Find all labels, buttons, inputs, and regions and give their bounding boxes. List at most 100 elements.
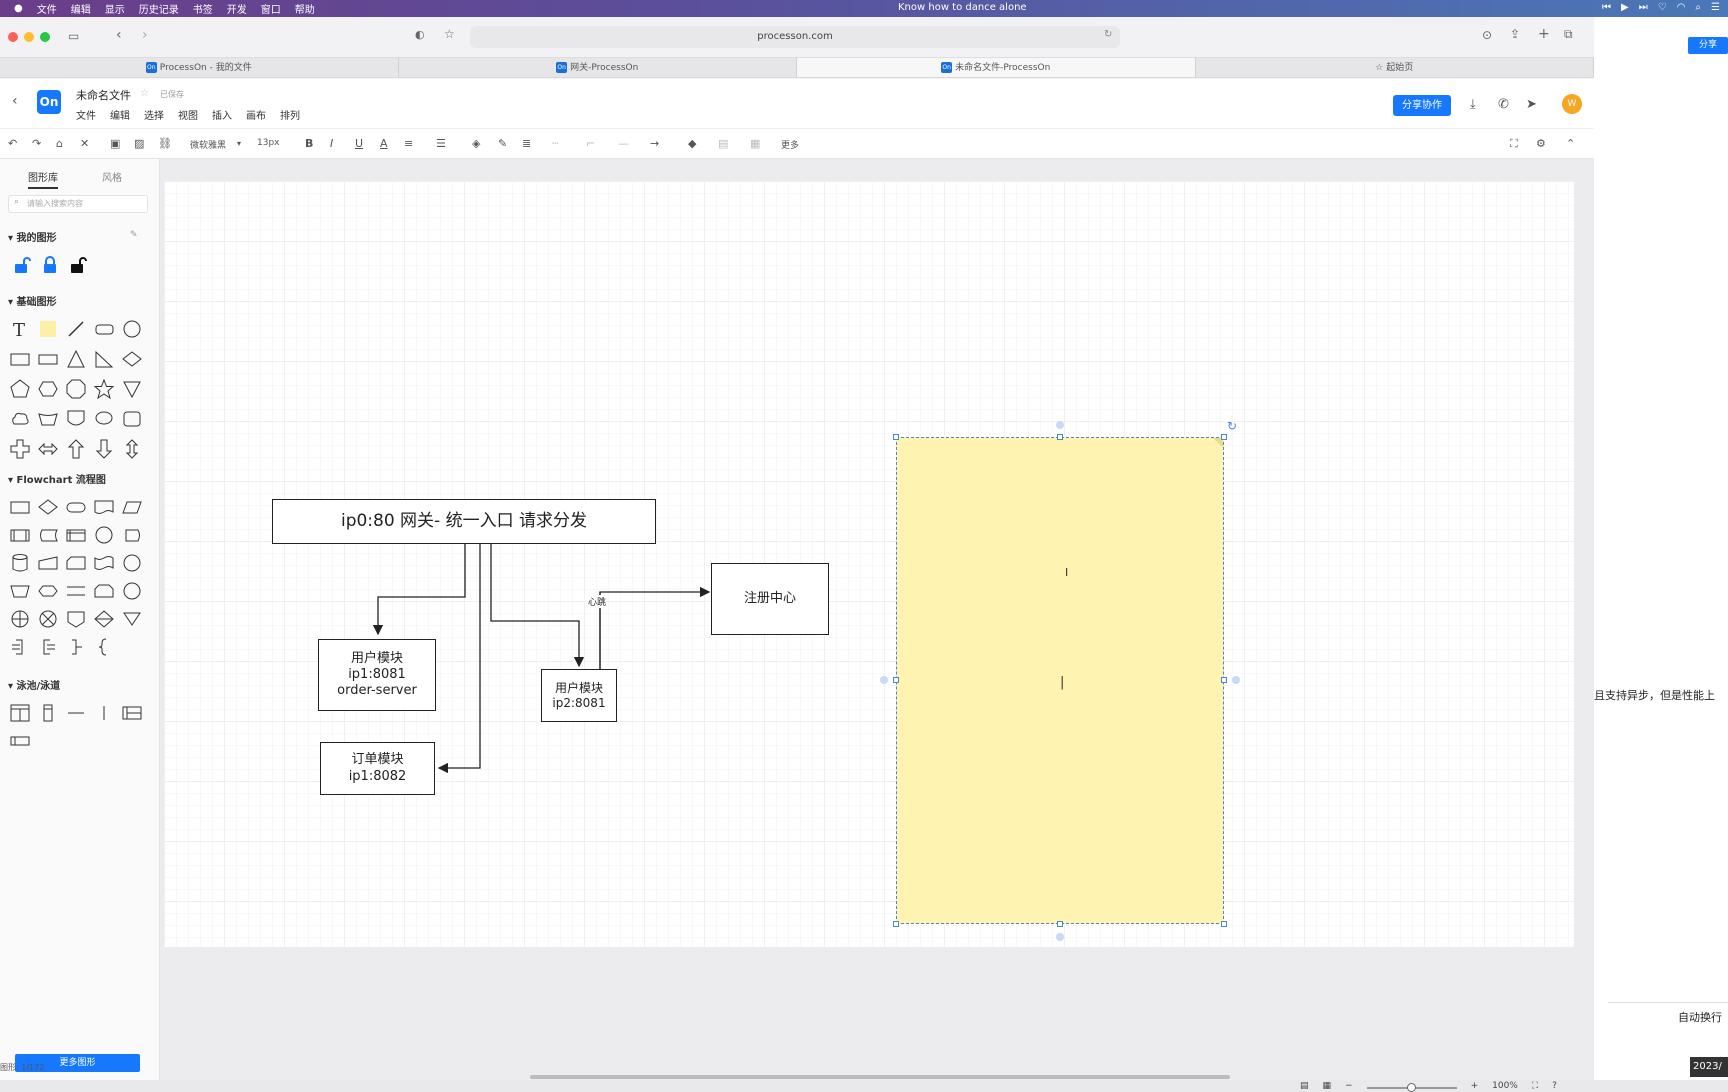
download-icon[interactable]: ⊙: [1482, 28, 1492, 42]
shield-shape-icon[interactable]: [66, 409, 86, 429]
off-page-ref-shape-icon[interactable]: [66, 609, 86, 629]
close-window-button[interactable]: [8, 32, 18, 42]
collapse-icon[interactable]: ⌃: [1566, 137, 1575, 150]
tab-shape-library[interactable]: 图形库: [28, 169, 58, 189]
text-shape-icon[interactable]: T: [10, 319, 30, 341]
note-shape-icon[interactable]: [38, 319, 58, 339]
heart-icon[interactable]: ♡: [1658, 2, 1667, 13]
insert-shape-icon[interactable]: ▣: [110, 137, 120, 150]
browser-tab-gateway[interactable]: On 网关-ProcessOn: [399, 58, 797, 77]
internal-storage-shape-icon[interactable]: [66, 525, 86, 545]
group-icon[interactable]: ▦: [750, 137, 760, 150]
tab-overview-icon[interactable]: ⧉: [1564, 27, 1573, 42]
resize-handle-n[interactable]: [1057, 434, 1063, 440]
trapezoid-shape-icon[interactable]: [38, 409, 58, 429]
loop-limit-shape-icon[interactable]: [94, 581, 114, 601]
app-menu-select[interactable]: 选择: [144, 107, 164, 122]
selected-sticky-note[interactable]: I |: [896, 437, 1224, 924]
menu-develop[interactable]: 开发: [227, 1, 247, 16]
start-arrow-icon[interactable]: —: [618, 137, 629, 150]
reload-icon[interactable]: ↻: [1104, 29, 1112, 40]
processon-logo[interactable]: On: [37, 90, 61, 114]
merge-shape-icon[interactable]: [122, 609, 142, 629]
back-arrow-icon[interactable]: ‹: [12, 93, 18, 109]
document-shape-icon[interactable]: [94, 497, 114, 517]
anchor-right[interactable]: [1232, 676, 1240, 684]
lane-shape-icon[interactable]: [38, 703, 58, 723]
link-icon[interactable]: ⛓: [158, 137, 172, 150]
octagon-shape-icon[interactable]: [66, 379, 86, 399]
section-swimlane[interactable]: ▾ 泳池/泳道: [8, 677, 60, 692]
shield-icon[interactable]: ◐: [415, 28, 425, 41]
browser-tab-start-page[interactable]: ☆ 起始页: [1196, 58, 1594, 77]
circle-shape-icon[interactable]: [122, 319, 142, 339]
redo-icon[interactable]: ↷: [32, 137, 41, 150]
phone-icon[interactable]: ✆: [1498, 97, 1509, 112]
diamond-shape-icon[interactable]: [122, 349, 142, 369]
menu-window[interactable]: 窗口: [261, 1, 281, 16]
zoom-in-icon[interactable]: +: [1471, 1081, 1479, 1091]
rotate-handle-icon[interactable]: ↻: [1227, 419, 1237, 433]
shape-search-input[interactable]: 请输入搜索内容: [8, 195, 148, 213]
menu-bookmarks[interactable]: 书签: [193, 1, 213, 16]
page-layout-icon[interactable]: ▤: [1300, 1081, 1309, 1091]
app-menu-arrange[interactable]: 排列: [280, 107, 300, 122]
undo-icon[interactable]: ↶: [8, 137, 17, 150]
database-shape-icon[interactable]: [10, 553, 30, 573]
vertical-double-arrow-shape-icon[interactable]: [122, 439, 142, 459]
more-tools-button[interactable]: 更多: [781, 138, 799, 151]
or-shape-icon[interactable]: [10, 609, 30, 629]
resize-handle-ne[interactable]: [1221, 434, 1227, 440]
app-menu-insert[interactable]: 插入: [212, 107, 232, 122]
line-spacing-icon[interactable]: ≡: [404, 137, 413, 150]
sidebar-toggle-icon[interactable]: ▭: [68, 29, 79, 43]
address-bar[interactable]: processon.com: [470, 26, 1120, 48]
vertical-separator-shape-icon[interactable]: [94, 703, 114, 723]
download-icon[interactable]: ⤓: [1470, 97, 1476, 112]
distribute-icon[interactable]: ▤: [718, 137, 728, 150]
help-icon[interactable]: ?: [1552, 1081, 1557, 1091]
speech-bubble-shape-icon[interactable]: [94, 409, 114, 429]
line-shape-icon[interactable]: [66, 319, 86, 339]
tape-shape-icon[interactable]: [94, 553, 114, 573]
resize-handle-sw[interactable]: [893, 921, 899, 927]
display-shape-icon[interactable]: [122, 525, 142, 545]
process-shape-icon[interactable]: [10, 497, 30, 517]
brace-shape-icon[interactable]: [66, 637, 86, 657]
order-module-node[interactable]: 订单模块 ip1:8082: [320, 742, 435, 795]
play-icon[interactable]: ▶: [1621, 2, 1629, 13]
layer-icon[interactable]: ◆: [688, 137, 696, 150]
menu-view[interactable]: 显示: [105, 1, 125, 16]
insert-image-icon[interactable]: ▨: [134, 137, 144, 150]
lock-blue-icon[interactable]: [40, 255, 60, 275]
line-width-icon[interactable]: ≣: [522, 137, 531, 150]
menu-history[interactable]: 历史记录: [139, 1, 179, 16]
resize-handle-nw[interactable]: [893, 434, 899, 440]
chevron-down-icon[interactable]: ▾: [237, 139, 241, 148]
star-icon[interactable]: ☆: [444, 27, 455, 41]
double-arrow-shape-icon[interactable]: [38, 439, 58, 459]
pentagon-shape-icon[interactable]: [10, 379, 30, 399]
stored-data-shape-icon[interactable]: [38, 525, 58, 545]
document-title[interactable]: 未命名文件: [76, 87, 131, 103]
anchor-left[interactable]: [880, 676, 888, 684]
connector-shape-icon[interactable]: [94, 525, 114, 545]
triangle-shape-icon[interactable]: [66, 349, 86, 369]
resize-handle-s[interactable]: [1057, 921, 1063, 927]
search-icon[interactable]: ⌕: [1695, 2, 1701, 13]
horizontal-scrollbar[interactable]: [530, 1075, 1230, 1079]
italic-icon[interactable]: I: [330, 137, 333, 150]
resize-handle-w[interactable]: [893, 677, 899, 683]
next-track-icon[interactable]: ⏭: [1639, 2, 1648, 13]
pool-shape-icon[interactable]: [10, 703, 30, 723]
share-collaborate-button[interactable]: 分享协作: [1393, 95, 1451, 116]
curly-brace-shape-icon[interactable]: [94, 637, 114, 657]
zoom-slider[interactable]: [1366, 1083, 1457, 1092]
resize-handle-e[interactable]: [1221, 677, 1227, 683]
map-icon[interactable]: ▦: [1323, 1081, 1332, 1091]
rectangle-shape-icon[interactable]: [10, 349, 30, 369]
bracket-left-shape-icon[interactable]: [38, 637, 58, 657]
forward-icon[interactable]: ›: [142, 27, 148, 43]
font-family-select[interactable]: 微软雅黑: [190, 138, 226, 151]
zoom-out-icon[interactable]: −: [1345, 1081, 1353, 1091]
